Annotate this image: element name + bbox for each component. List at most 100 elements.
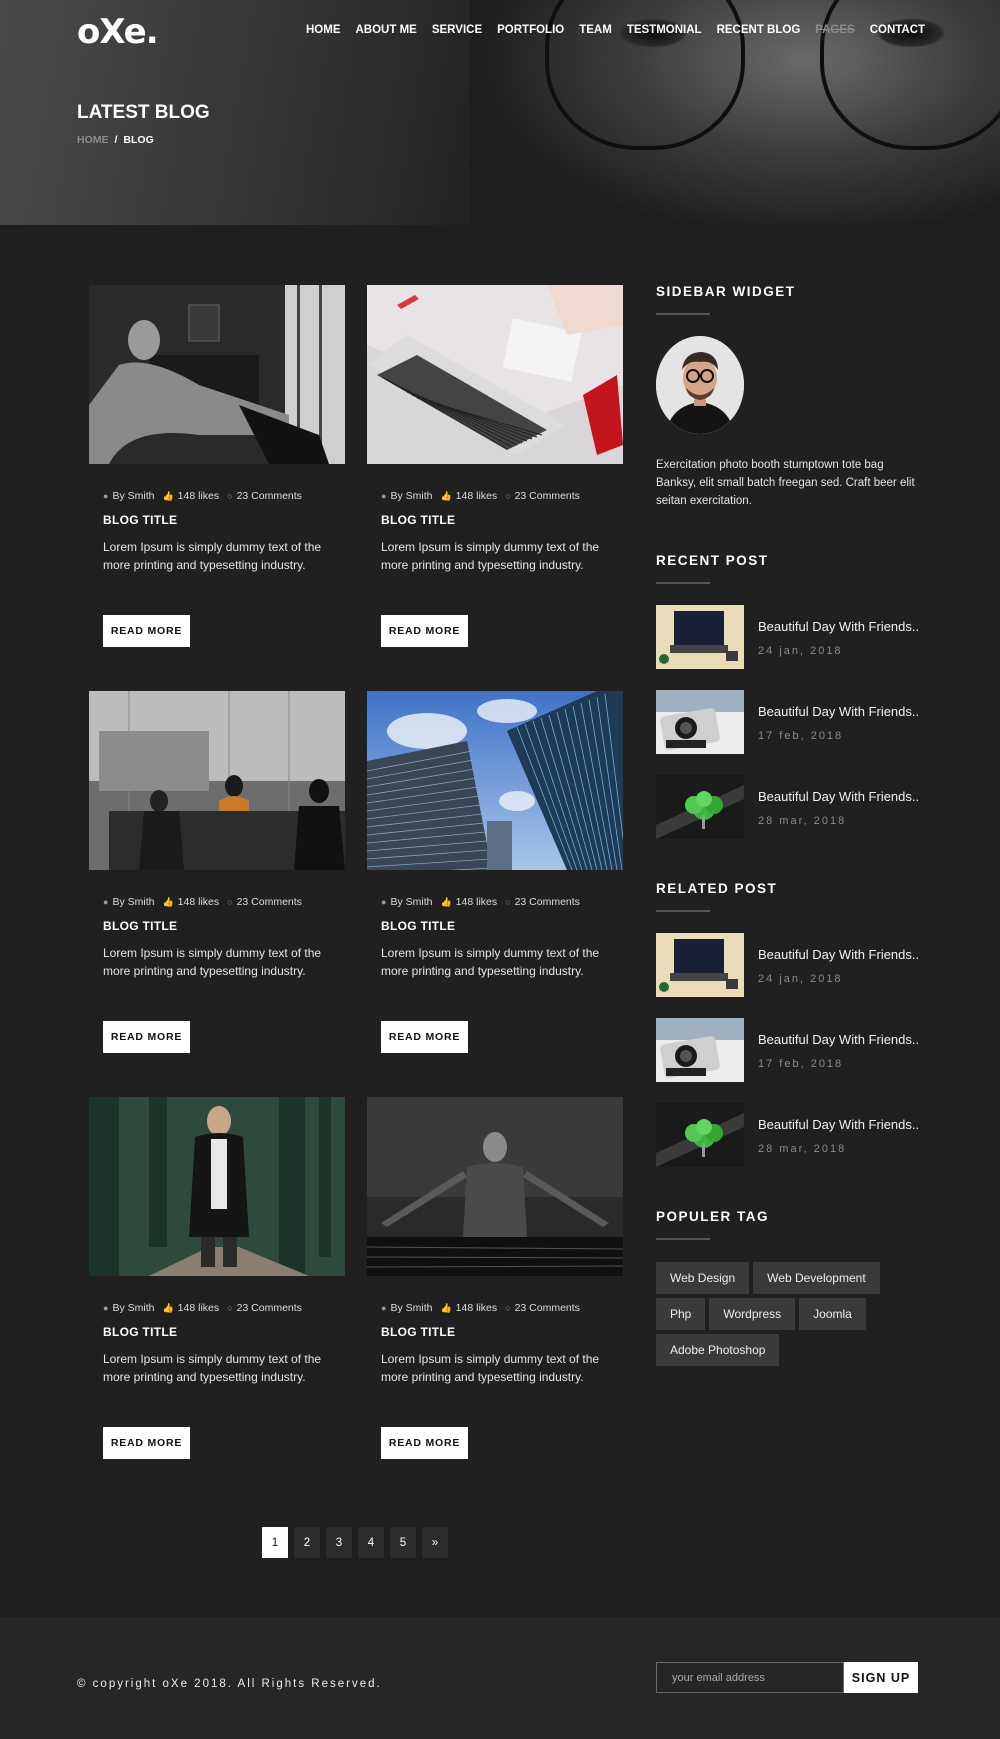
post-comments[interactable]: 23 Comments [515,490,580,502]
recent-post-thumbnail[interactable] [656,605,744,669]
page-5-button[interactable]: 5 [390,1527,416,1558]
post-comments[interactable]: 23 Comments [237,490,302,502]
blog-card: ● By Smith 👍 148 likes ○ 23 Comments BLOG TITL… [367,285,623,685]
blog-card-image[interactable] [367,691,623,870]
recent-post-date: 24 jan, 2018 [758,645,843,657]
blog-card-image[interactable] [89,691,345,870]
nav-pages[interactable]: PAGES [815,24,854,36]
read-more-button[interactable]: READ MORE [103,615,190,647]
nav-home[interactable]: HOME [306,24,341,36]
heading-underline [656,313,710,315]
related-post-thumbnail[interactable] [656,1018,744,1082]
related-post-heading: RELATED POST [656,881,778,896]
tag-wordpress[interactable]: Wordpress [709,1298,796,1330]
read-more-button[interactable]: READ MORE [381,1427,468,1459]
comment-icon: ○ [505,897,511,907]
page-4-button[interactable]: 4 [358,1527,384,1558]
author-bio: Exercitation photo booth stumptown tote … [656,459,915,507]
next-page-button[interactable]: » [422,1527,448,1558]
nav-portfolio[interactable]: PORTFOLIO [497,24,564,36]
breadcrumb-home[interactable]: HOME [77,134,109,146]
thumbs-up-icon: 👍 [162,1303,174,1313]
newsletter-email-input[interactable]: your email address [656,1662,844,1693]
related-post-title[interactable]: Beautiful Day With Friends.. [758,1117,919,1132]
author-avatar [656,336,744,434]
recent-post-thumbnail[interactable] [656,775,744,839]
blog-card-image[interactable] [367,1097,623,1276]
user-icon: ● [381,1303,387,1313]
blog-card: ● By Smith 👍 148 likes ○ 23 Comments BLOG TITL… [89,691,345,1091]
page-1-button[interactable]: 1 [262,1527,288,1558]
post-comments[interactable]: 23 Comments [515,896,580,908]
blog-excerpt: Lorem Ipsum is simply dummy text of the … [381,1352,600,1384]
nav-service[interactable]: SERVICE [432,24,482,36]
heading-underline [656,582,710,584]
read-more-button[interactable]: READ MORE [381,1021,468,1053]
blog-title[interactable]: BLOG TITLE [103,513,177,527]
recent-post-date: 17 feb, 2018 [758,730,844,742]
post-likes: 148 likes [455,896,498,908]
post-meta: ● By Smith 👍 148 likes ○ 23 Comments [103,1302,302,1314]
related-post-title[interactable]: Beautiful Day With Friends.. [758,1032,919,1047]
logo[interactable]: oXe. [77,12,159,52]
tag-adobe-photoshop[interactable]: Adobe Photoshop [656,1334,780,1366]
post-author: By Smith [112,1302,155,1314]
signup-button[interactable]: SIGN UP [844,1662,918,1693]
post-likes: 148 likes [177,896,220,908]
page-2-button[interactable]: 2 [294,1527,320,1558]
tag-web-design[interactable]: Web Design [656,1262,750,1294]
recent-post-title[interactable]: Beautiful Day With Friends.. [758,704,919,719]
thumbs-up-icon: 👍 [440,491,452,501]
blog-card: ● By Smith 👍 148 likes ○ 23 Comments BLOG TITL… [89,285,345,685]
post-comments[interactable]: 23 Comments [237,1302,302,1314]
page-footer: © copyright oXe 2018. All Rights Reserve… [0,1617,1000,1739]
comment-icon: ○ [505,491,511,501]
blog-card-image[interactable] [367,285,623,464]
recent-post-title[interactable]: Beautiful Day With Friends.. [758,619,919,634]
nav-team[interactable]: TEAM [579,24,612,36]
breadcrumb-separator: / [114,134,118,146]
comment-icon: ○ [227,1303,233,1313]
nav-recent-blog[interactable]: RECENT BLOG [717,24,801,36]
blog-title[interactable]: BLOG TITLE [381,919,455,933]
post-meta: ● By Smith 👍 148 likes ○ 23 Comments [103,490,302,502]
blog-title[interactable]: BLOG TITLE [103,1325,177,1339]
nav-about-me[interactable]: ABOUT ME [356,24,417,36]
blog-title[interactable]: BLOG TITLE [381,513,455,527]
recent-post-thumbnail[interactable] [656,690,744,754]
post-comments[interactable]: 23 Comments [237,896,302,908]
blog-card-image[interactable] [89,1097,345,1276]
post-author: By Smith [390,1302,433,1314]
blog-title[interactable]: BLOG TITLE [103,919,177,933]
read-more-button[interactable]: READ MORE [103,1021,190,1053]
user-icon: ● [103,491,109,501]
nav-testmonial[interactable]: TESTMONIAL [627,24,702,36]
blog-excerpt: Lorem Ipsum is simply dummy text of the … [103,1352,322,1384]
user-icon: ● [103,897,109,907]
tag-php[interactable]: Php [656,1298,706,1330]
tag-web-development[interactable]: Web Development [753,1262,880,1294]
post-comments[interactable]: 23 Comments [515,1302,580,1314]
related-post-date: 24 jan, 2018 [758,973,843,985]
tag-joomla[interactable]: Joomla [799,1298,866,1330]
related-post-thumbnail[interactable] [656,1103,744,1167]
read-more-button[interactable]: READ MORE [381,615,468,647]
related-post-thumbnail[interactable] [656,933,744,997]
nav-contact[interactable]: CONTACT [870,24,925,36]
blog-card-image[interactable] [89,285,345,464]
read-more-button[interactable]: READ MORE [103,1427,190,1459]
comment-icon: ○ [227,491,233,501]
post-meta: ● By Smith 👍 148 likes ○ 23 Comments [381,1302,580,1314]
blog-title[interactable]: BLOG TITLE [381,1325,455,1339]
breadcrumb-current: BLOG [123,134,154,146]
recent-post-date: 28 mar, 2018 [758,815,847,827]
page-3-button[interactable]: 3 [326,1527,352,1558]
blog-excerpt: Lorem Ipsum is simply dummy text of the … [381,540,600,572]
recent-post-title[interactable]: Beautiful Day With Friends.. [758,789,919,804]
page-header: oXe. HOME ABOUT ME SERVICE PORTFOLIO TEA… [0,0,1000,225]
post-author: By Smith [390,896,433,908]
post-author: By Smith [112,896,155,908]
main-nav: HOME ABOUT ME SERVICE PORTFOLIO TEAM TES… [306,24,940,36]
post-author: By Smith [390,490,433,502]
related-post-title[interactable]: Beautiful Day With Friends.. [758,947,919,962]
